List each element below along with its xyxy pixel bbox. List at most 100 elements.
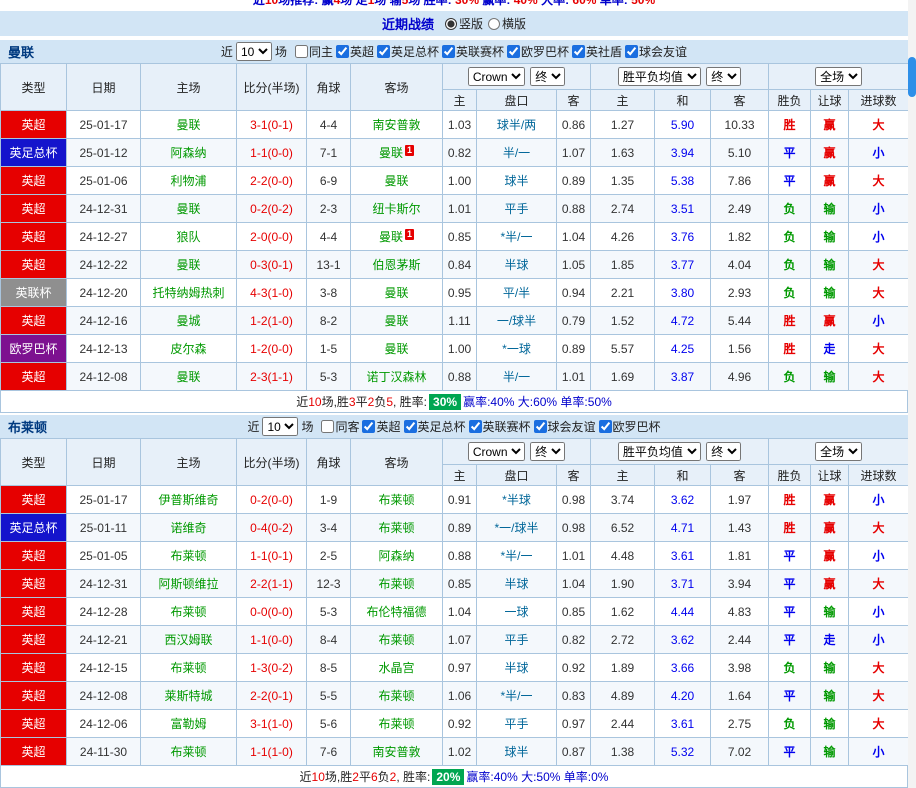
- odds-away-win: 3.98: [710, 653, 770, 682]
- team-link[interactable]: 狼队: [176, 230, 200, 244]
- team-link[interactable]: 曼联: [176, 258, 200, 272]
- filter-checkbox[interactable]: [468, 420, 482, 433]
- filter-checkbox[interactable]: [294, 45, 308, 58]
- filter-checkbox[interactable]: [321, 420, 335, 433]
- filter-checkbox[interactable]: [507, 45, 521, 58]
- team-link[interactable]: 布莱顿: [170, 745, 206, 759]
- odds-stage-select[interactable]: 终: [706, 67, 742, 86]
- bookmaker-select[interactable]: Crown: [467, 442, 525, 461]
- match-date: 24-12-27: [66, 222, 141, 251]
- horizontal-layout-radio[interactable]: [488, 17, 500, 30]
- filter-option-英超[interactable]: 英超: [335, 43, 374, 60]
- team-link[interactable]: 曼联: [384, 342, 408, 356]
- odds-stage-select[interactable]: 终: [706, 442, 742, 461]
- team-link[interactable]: 诺丁汉森林: [366, 370, 426, 384]
- team-link[interactable]: 南安普敦: [372, 745, 420, 759]
- filter-label: 同客: [335, 420, 360, 434]
- wdl-average-select[interactable]: 胜平负均值: [617, 67, 701, 86]
- team-link[interactable]: 南安普敦: [372, 118, 420, 132]
- team-link[interactable]: 布莱顿: [378, 493, 414, 507]
- team-link[interactable]: 阿斯顿维拉: [158, 577, 218, 591]
- team-link[interactable]: 莱斯特城: [164, 689, 212, 703]
- team-link[interactable]: 布莱顿: [170, 605, 206, 619]
- filter-option-英社盾[interactable]: 英社盾: [572, 43, 622, 60]
- team-link[interactable]: 曼城: [176, 314, 200, 328]
- filter-checkbox[interactable]: [598, 420, 612, 433]
- filter-option-球会友谊[interactable]: 球会友谊: [625, 43, 687, 60]
- team-link[interactable]: 曼联: [176, 370, 200, 384]
- team-link[interactable]: 曼联: [176, 118, 200, 132]
- filter-bar: 近 10 场 同主 英超 英足总杯 英联赛杯 欧罗巴杯 英社盾 球会友谊: [221, 42, 687, 61]
- team-link[interactable]: 布莱顿: [378, 633, 414, 647]
- scrollbar-thumb[interactable]: [908, 57, 916, 97]
- page: 近10场推荐: 赢4场 走1场 输5场 胜率: 30% 赢率: 40% 大率: …: [0, 0, 910, 788]
- vertical-layout-radio[interactable]: [444, 17, 457, 30]
- team-link[interactable]: 水晶宫: [378, 661, 414, 675]
- team-link[interactable]: 曼联: [379, 146, 403, 160]
- filter-checkbox[interactable]: [442, 45, 455, 58]
- filter-option-英联赛杯[interactable]: 英联赛杯: [468, 418, 531, 435]
- handicap-stage-select[interactable]: 终: [530, 442, 566, 461]
- filter-option-同客[interactable]: 同客: [321, 418, 359, 435]
- filter-option-英足总杯[interactable]: 英足总杯: [403, 418, 466, 435]
- filter-checkbox[interactable]: [362, 420, 376, 433]
- team-link[interactable]: 布莱顿: [170, 661, 206, 675]
- bookmaker-select[interactable]: Crown: [467, 67, 525, 86]
- scope-select[interactable]: 全场: [815, 67, 863, 86]
- team-link[interactable]: 布莱顿: [378, 717, 414, 731]
- filter-option-英足总杯[interactable]: 英足总杯: [376, 43, 439, 60]
- team-link[interactable]: 阿森纳: [170, 146, 206, 160]
- section-team-name: 曼联: [8, 45, 35, 60]
- filter-option-欧罗巴杯[interactable]: 欧罗巴杯: [598, 418, 661, 435]
- team-link[interactable]: 曼联: [379, 230, 403, 244]
- team-link[interactable]: 纽卡斯尔: [372, 202, 420, 216]
- recent-count-select[interactable]: 10: [262, 417, 299, 436]
- team-link[interactable]: 布莱顿: [378, 689, 414, 703]
- team-link[interactable]: 布莱顿: [378, 521, 414, 535]
- recent-count-select[interactable]: 10: [235, 42, 272, 61]
- handicap-line: 平/半: [476, 278, 557, 307]
- text-part: 大率:: [537, 0, 573, 7]
- result-goals: 大: [848, 513, 910, 542]
- team-link[interactable]: 托特纳姆热刺: [152, 286, 224, 300]
- team-link[interactable]: 曼联: [384, 314, 408, 328]
- team-link[interactable]: 伊普斯维奇: [158, 493, 218, 507]
- scope-select[interactable]: 全场: [815, 442, 863, 461]
- filter-checkbox[interactable]: [335, 45, 349, 58]
- team-link[interactable]: 布伦特福德: [366, 605, 426, 619]
- filter-checkbox[interactable]: [533, 420, 547, 433]
- team-link[interactable]: 布莱顿: [170, 549, 206, 563]
- team-link[interactable]: 利物浦: [170, 174, 206, 188]
- filter-checkbox[interactable]: [403, 420, 417, 433]
- scrollbar-track[interactable]: [908, 0, 916, 788]
- team-link[interactable]: 皮尔森: [170, 342, 206, 356]
- filter-checkbox[interactable]: [376, 45, 390, 58]
- team-link[interactable]: 曼联: [384, 286, 408, 300]
- team-link[interactable]: 诺维奇: [170, 521, 206, 535]
- corners: 5-6: [306, 709, 351, 738]
- filter-option-英超[interactable]: 英超: [362, 418, 401, 435]
- col-header-euro-draw: 和: [654, 89, 712, 111]
- team-link[interactable]: 富勒姆: [170, 717, 206, 731]
- filter-option-同主[interactable]: 同主: [294, 43, 333, 60]
- layout-option-horizontal[interactable]: 横版: [488, 15, 526, 32]
- team-link[interactable]: 阿森纳: [378, 549, 414, 563]
- col-header-euro-home: 主: [590, 464, 656, 486]
- filter-option-欧罗巴杯[interactable]: 欧罗巴杯: [507, 43, 569, 60]
- handicap-home-odds: 0.97: [442, 653, 477, 682]
- handicap-stage-select[interactable]: 终: [530, 67, 566, 86]
- wdl-average-select[interactable]: 胜平负均值: [617, 442, 701, 461]
- team-link[interactable]: 曼联: [176, 202, 200, 216]
- filter-checkbox[interactable]: [625, 45, 639, 58]
- team-link[interactable]: 布莱顿: [378, 577, 414, 591]
- team-link[interactable]: 曼联: [384, 174, 408, 188]
- result-goals: 小: [848, 485, 910, 514]
- team-link[interactable]: 西汉姆联: [164, 633, 212, 647]
- team-link[interactable]: 伯恩茅斯: [372, 258, 420, 272]
- layout-option-vertical[interactable]: 竖版: [444, 15, 483, 32]
- filter-checkbox[interactable]: [572, 45, 586, 58]
- filter-option-英联赛杯[interactable]: 英联赛杯: [442, 43, 504, 60]
- odds-away-win: 1.64: [710, 681, 770, 710]
- filter-option-球会友谊[interactable]: 球会友谊: [533, 418, 596, 435]
- odds-draw: 3.77: [654, 250, 712, 279]
